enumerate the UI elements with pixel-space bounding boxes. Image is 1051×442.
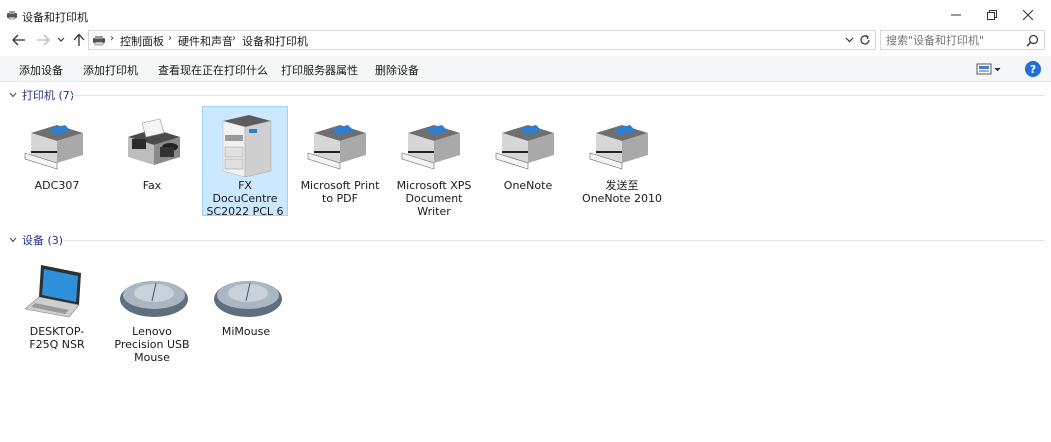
device-item-fax[interactable]: Fax [109,113,195,192]
search-box[interactable] [880,30,1045,50]
device-label: Microsoft Print to PDF [300,179,380,205]
print-server-properties-button[interactable]: 打印服务器属性 [281,62,358,78]
group-divider [64,240,1045,241]
device-label: 发送至 OneNote 2010 [582,179,662,205]
address-bar[interactable]: › 控制面板 › 硬件和声音 › 设备和打印机 [88,30,876,50]
address-history-button[interactable] [843,33,855,47]
device-label: DESKTOP-F25Q NSR [29,325,85,351]
fax-icon [128,118,180,165]
chevron-down-icon [57,37,65,42]
close-icon [1023,10,1033,20]
recent-locations-button[interactable] [54,31,68,49]
add-device-button[interactable]: 添加设备 [19,62,63,78]
chevron-down-icon [845,37,853,43]
breadcrumb-devices-printers[interactable]: 设备和打印机 [242,33,308,49]
change-view-button[interactable] [976,61,1002,77]
see-whats-printing-button[interactable]: 查看现在正在打印什么 [158,62,268,78]
printer-icon [401,125,460,170]
refresh-icon [860,34,870,45]
device-label: FX DocuCentre SC2022 PCL 6 [206,179,284,218]
device-item-microsoft-xps-writer[interactable]: Microsoft XPS Document Writer [391,113,477,218]
navigation-bar: › 控制面板 › 硬件和声音 › 设备和打印机 [0,30,1051,50]
group-header-devices[interactable]: 设备 (3) [8,233,63,247]
arrow-left-icon [12,34,25,46]
copier-icon [222,115,272,178]
breadcrumb-hardware-sound[interactable]: 硬件和声音 [178,33,233,49]
device-label: Fax [142,179,162,192]
device-item-send-to-onenote[interactable]: 发送至 OneNote 2010 [579,113,665,205]
refresh-button[interactable] [858,33,872,47]
printer-icon [24,125,83,170]
group-header-printers[interactable]: 打印机 (7) [8,88,74,102]
group-label: 设备 (3) [22,234,64,247]
help-button[interactable]: ? [1025,61,1041,77]
window-title: 设备和打印机 [22,11,88,24]
view-icon [976,63,1001,75]
device-item-microsoft-print-to-pdf[interactable]: Microsoft Print to PDF [297,113,383,205]
printer-icon [307,125,366,170]
search-input[interactable] [881,31,1021,49]
laptop-icon [24,265,81,318]
device-label: Microsoft XPS Document Writer [396,179,472,218]
up-button[interactable] [69,31,89,49]
group-label: 打印机 (7) [22,89,75,102]
title-bar: 设备和打印机 [0,0,1051,30]
restore-icon [987,10,997,20]
device-item-adc307[interactable]: ADC307 [14,113,100,192]
device-item-mimouse[interactable]: MiMouse [203,259,289,338]
printer-icon [495,125,554,170]
device-item-lenovo-mouse[interactable]: Lenovo Precision USB Mouse [109,259,195,364]
arrow-up-icon [73,33,85,46]
remove-device-button[interactable]: 删除设备 [375,62,419,78]
back-button[interactable] [9,31,29,49]
devices-printers-icon [93,36,105,46]
command-bar: 添加设备 添加打印机 查看现在正在打印什么 打印服务器属性 删除设备 ? [0,56,1051,82]
arrow-right-icon [37,34,50,46]
mouse-icon [120,281,188,317]
device-label: ADC307 [34,179,80,192]
printer-icon [589,125,648,170]
group-divider [72,95,1045,96]
chevron-down-icon [9,92,17,98]
device-item-onenote[interactable]: OneNote [485,113,571,192]
device-item-desktop[interactable]: DESKTOP-F25Q NSR [14,259,100,351]
breadcrumb-separator: › [232,33,236,44]
devices-printers-icon [7,11,17,20]
add-printer-button[interactable]: 添加打印机 [83,62,138,78]
breadcrumb-control-panel[interactable]: 控制面板 [120,33,164,49]
forward-button[interactable] [33,31,53,49]
breadcrumb-separator: › [168,33,172,44]
breadcrumb-separator: › [110,33,114,44]
device-item-fx-docucentre[interactable]: FX DocuCentre SC2022 PCL 6 [202,106,288,218]
minimize-icon [951,14,961,16]
chevron-down-icon [9,237,17,243]
device-label: Lenovo Precision USB Mouse [114,325,190,364]
close-button[interactable] [1005,0,1051,30]
device-label: OneNote [503,179,553,192]
device-label: MiMouse [221,325,271,338]
mouse-icon [214,281,282,317]
search-icon[interactable] [1026,34,1039,47]
